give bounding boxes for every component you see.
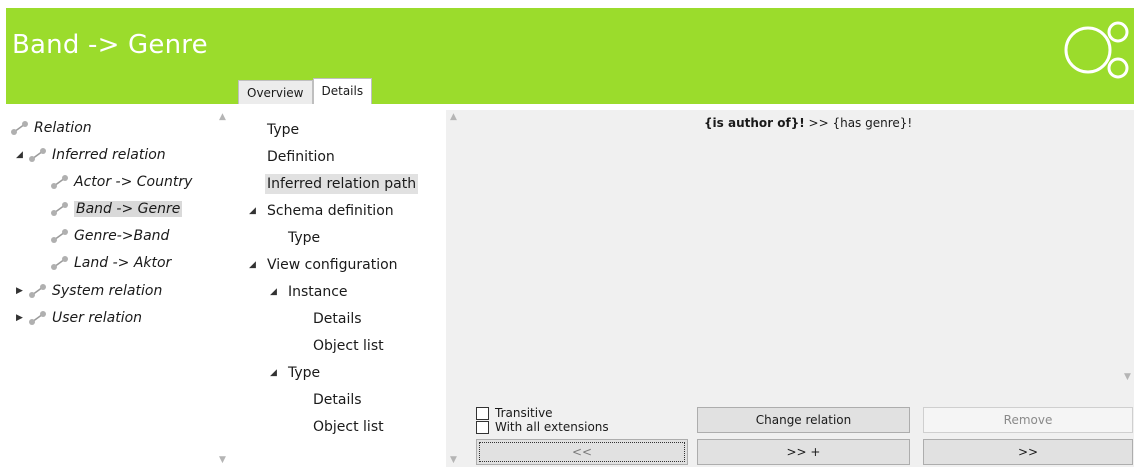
relation-node-icon bbox=[11, 121, 28, 135]
all-extensions-checkbox[interactable]: With all extensions bbox=[476, 420, 609, 434]
tree-item-label: Land -> Aktor bbox=[74, 255, 172, 271]
expanded-triangle-icon[interactable]: ◢ bbox=[249, 206, 267, 216]
details-tree: Type Definition Inferred relation path ◢… bbox=[238, 114, 450, 467]
page-title: Band -> Genre bbox=[12, 30, 208, 60]
tree-item-user-relation[interactable]: ▶ User relation bbox=[16, 307, 142, 329]
relation-path-text: {is author of}! >> {has genre}! bbox=[704, 116, 912, 130]
tree-item-genre-band[interactable]: Genre->Band bbox=[50, 225, 169, 247]
tree-item-label: User relation bbox=[52, 310, 143, 326]
tree-item-label: Inferred relation bbox=[52, 147, 166, 163]
scroll-up-icon[interactable]: ▲ bbox=[450, 112, 457, 122]
left-tree-scrollbar[interactable]: ▲ ▼ bbox=[216, 110, 230, 467]
relation-node-icon bbox=[29, 148, 46, 162]
scroll-down-icon[interactable]: ▼ bbox=[219, 455, 226, 465]
tree-item-inferred-relation[interactable]: ◢ Inferred relation bbox=[16, 144, 166, 166]
details-item-type-object-list[interactable]: Object list bbox=[313, 414, 384, 440]
checkbox-label: Transitive bbox=[495, 406, 553, 420]
details-item-instance[interactable]: ◢ Instance bbox=[270, 279, 348, 305]
relation-node-icon bbox=[51, 202, 68, 216]
checkbox-box[interactable] bbox=[476, 406, 489, 420]
details-item-inferred-relation-path[interactable]: Inferred relation path bbox=[265, 171, 419, 197]
details-item-instance-object-list[interactable]: Object list bbox=[313, 333, 384, 359]
details-item-type-details[interactable]: Details bbox=[313, 387, 362, 413]
tab-details[interactable]: Details bbox=[312, 78, 373, 104]
relation-path-panel[interactable]: ▲ {is author of}! >> {has genre}! ▼ bbox=[446, 110, 1134, 400]
expanded-triangle-icon[interactable]: ◢ bbox=[16, 150, 28, 160]
checkbox-box[interactable] bbox=[476, 420, 489, 434]
details-item-schema-definition[interactable]: ◢ Schema definition bbox=[249, 198, 394, 224]
path-rest-segment: >> {has genre}! bbox=[804, 116, 913, 130]
tree-item-label: System relation bbox=[52, 283, 163, 299]
tree-item-label: Band -> Genre bbox=[74, 201, 183, 217]
collapsed-triangle-icon[interactable]: ▶ bbox=[16, 313, 28, 323]
tree-item-relation[interactable]: Relation bbox=[10, 117, 92, 139]
tree-item-land-aktor[interactable]: Land -> Aktor bbox=[50, 252, 171, 274]
checkbox-label: With all extensions bbox=[495, 420, 609, 434]
expanded-triangle-icon[interactable]: ◢ bbox=[270, 287, 288, 297]
details-item-label: Type bbox=[267, 122, 300, 138]
path-bold-segment: {is author of}! bbox=[704, 116, 805, 130]
tree-item-label: Relation bbox=[34, 120, 92, 136]
scroll-down-icon[interactable]: ▼ bbox=[1124, 372, 1131, 382]
details-item-label: View configuration bbox=[267, 257, 398, 273]
transitive-checkbox[interactable]: Transitive bbox=[476, 406, 553, 420]
expanded-triangle-icon[interactable]: ◢ bbox=[249, 260, 267, 270]
details-item-label: Inferred relation path bbox=[265, 174, 419, 194]
relation-tree: Relation ◢ Inferred relation Actor -> Co… bbox=[0, 114, 230, 467]
scroll-down-icon[interactable]: ▼ bbox=[450, 455, 457, 465]
details-item-instance-details[interactable]: Details bbox=[313, 306, 362, 332]
forward-plus-button[interactable]: >> + bbox=[697, 439, 910, 465]
details-item-definition[interactable]: Definition bbox=[267, 144, 335, 170]
tree-item-actor-country[interactable]: Actor -> Country bbox=[50, 171, 192, 193]
tree-item-label: Genre->Band bbox=[74, 228, 170, 244]
details-item-label: Object list bbox=[313, 419, 384, 435]
details-item-view-type[interactable]: ◢ Type bbox=[270, 360, 320, 386]
remove-button[interactable]: Remove bbox=[923, 407, 1133, 433]
tree-item-label: Actor -> Country bbox=[74, 174, 193, 190]
relation-node-icon bbox=[51, 175, 68, 189]
change-relation-button[interactable]: Change relation bbox=[697, 407, 910, 433]
details-item-label: Details bbox=[313, 392, 362, 408]
back-button[interactable]: << bbox=[476, 439, 688, 465]
details-item-label: Instance bbox=[288, 284, 348, 300]
details-item-schema-type[interactable]: Type bbox=[288, 225, 320, 251]
bottom-controls: ▼ Transitive With all extensions Change … bbox=[446, 400, 1134, 467]
relation-node-icon bbox=[29, 311, 46, 325]
details-item-type[interactable]: Type bbox=[267, 117, 299, 143]
relation-node-icon bbox=[51, 229, 68, 243]
tab-bar: Overview Details bbox=[238, 78, 373, 104]
expanded-triangle-icon[interactable]: ◢ bbox=[270, 368, 288, 378]
details-item-label: Type bbox=[288, 365, 321, 381]
details-item-label: Schema definition bbox=[267, 203, 394, 219]
tree-item-system-relation[interactable]: ▶ System relation bbox=[16, 280, 162, 302]
details-item-label: Object list bbox=[313, 338, 384, 354]
forward-button[interactable]: >> bbox=[923, 439, 1133, 465]
tree-item-band-genre[interactable]: Band -> Genre bbox=[50, 198, 183, 220]
share-nodes-icon bbox=[1064, 21, 1129, 79]
details-item-label: Type bbox=[288, 230, 321, 246]
relation-node-icon bbox=[51, 256, 68, 270]
scroll-up-icon[interactable]: ▲ bbox=[219, 112, 226, 122]
details-item-label: Definition bbox=[267, 149, 335, 165]
collapsed-triangle-icon[interactable]: ▶ bbox=[16, 286, 28, 296]
relation-node-icon bbox=[29, 284, 46, 298]
details-item-view-configuration[interactable]: ◢ View configuration bbox=[249, 252, 398, 278]
tab-overview[interactable]: Overview bbox=[238, 80, 313, 104]
details-item-label: Details bbox=[313, 311, 362, 327]
header-bar: Band -> Genre bbox=[6, 8, 1134, 104]
